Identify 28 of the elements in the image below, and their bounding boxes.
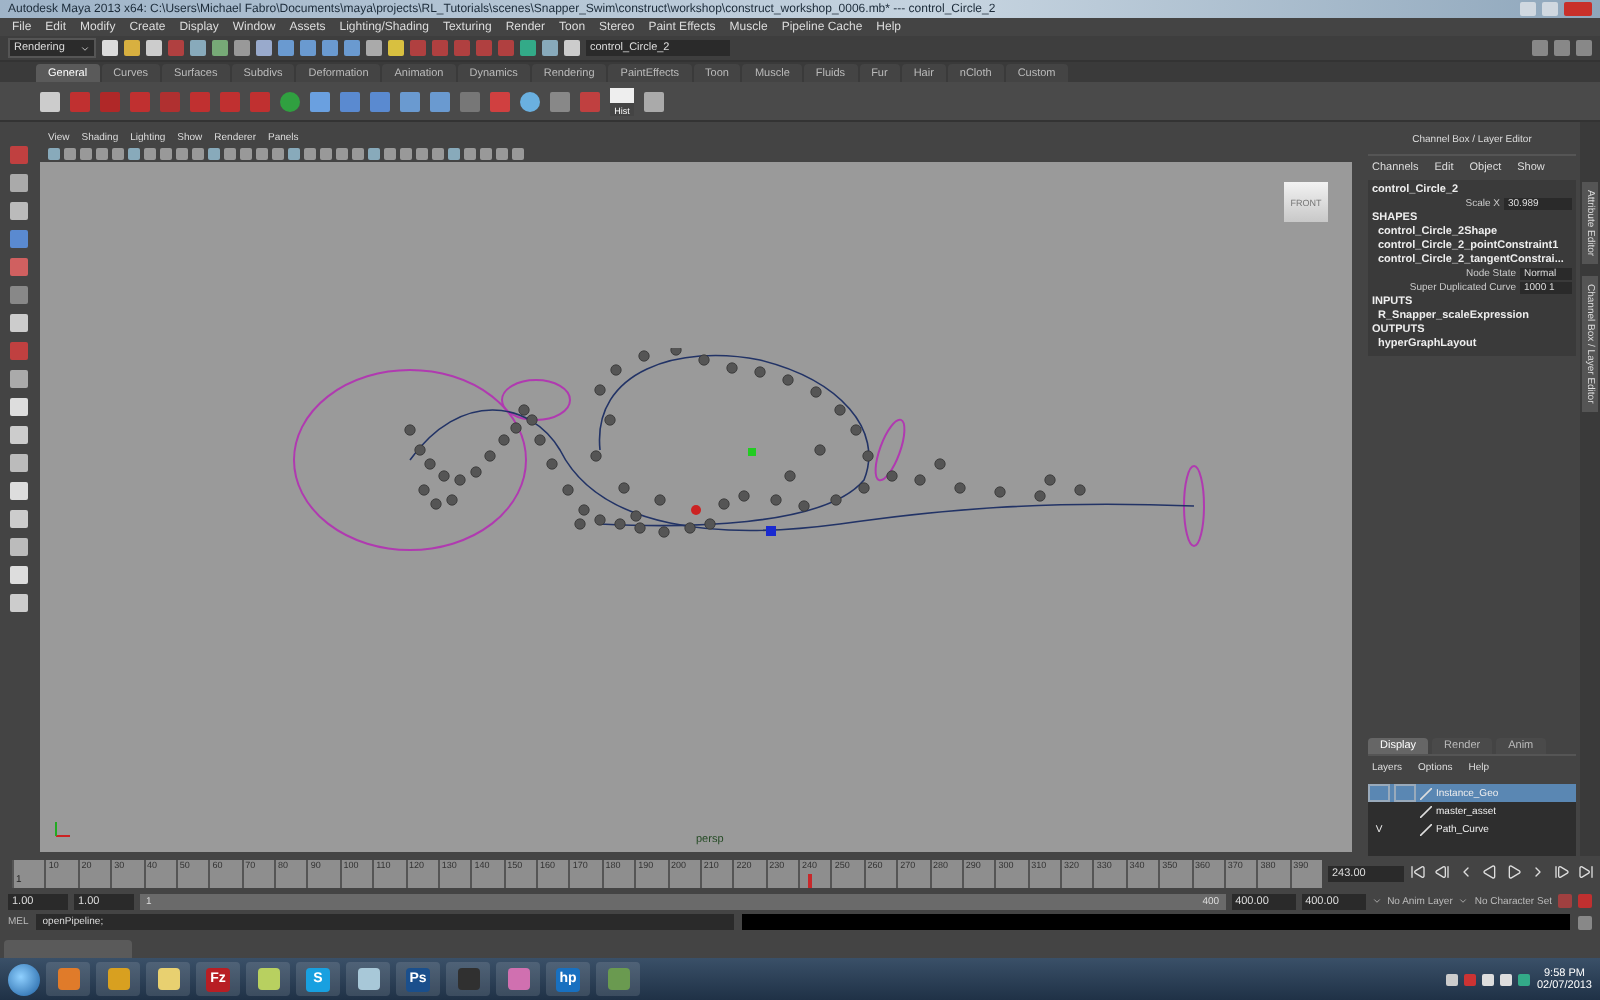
taskbar-app-button[interactable] bbox=[46, 962, 90, 996]
caret-icon[interactable] bbox=[1458, 896, 1469, 906]
color-swatch-icon bbox=[1420, 787, 1432, 799]
skip-forward-icon[interactable] bbox=[1578, 864, 1596, 882]
color-swatch-icon bbox=[1420, 805, 1432, 817]
skip-back-icon[interactable] bbox=[1410, 864, 1428, 882]
taskbar-app-button[interactable] bbox=[346, 962, 390, 996]
taskbar-app-button[interactable] bbox=[246, 962, 290, 996]
color-swatch-icon bbox=[1420, 823, 1432, 835]
taskbar-app-button[interactable] bbox=[596, 962, 640, 996]
tray-icon[interactable] bbox=[1518, 973, 1531, 985]
axis-icon bbox=[52, 820, 72, 840]
step-forward-icon[interactable] bbox=[1554, 864, 1572, 882]
play-backward-icon[interactable] bbox=[1482, 864, 1500, 882]
sphere-icon[interactable] bbox=[280, 91, 300, 111]
taskbar-app-button[interactable] bbox=[146, 962, 190, 996]
template-toggle[interactable] bbox=[1394, 784, 1416, 802]
start-button[interactable] bbox=[8, 963, 40, 995]
taskbar-app-button[interactable] bbox=[496, 962, 540, 996]
taskbar-app-button[interactable] bbox=[96, 962, 140, 996]
step-back-icon[interactable] bbox=[1434, 864, 1452, 882]
visibility-toggle[interactable] bbox=[1368, 784, 1390, 802]
sphere-icon[interactable] bbox=[520, 91, 540, 111]
play-icon[interactable] bbox=[1506, 864, 1524, 882]
shelf-tool-icon[interactable] bbox=[644, 91, 664, 111]
caret-icon bbox=[80, 43, 90, 53]
current-frame-marker[interactable] bbox=[807, 873, 812, 887]
caret-icon[interactable] bbox=[1371, 896, 1382, 906]
